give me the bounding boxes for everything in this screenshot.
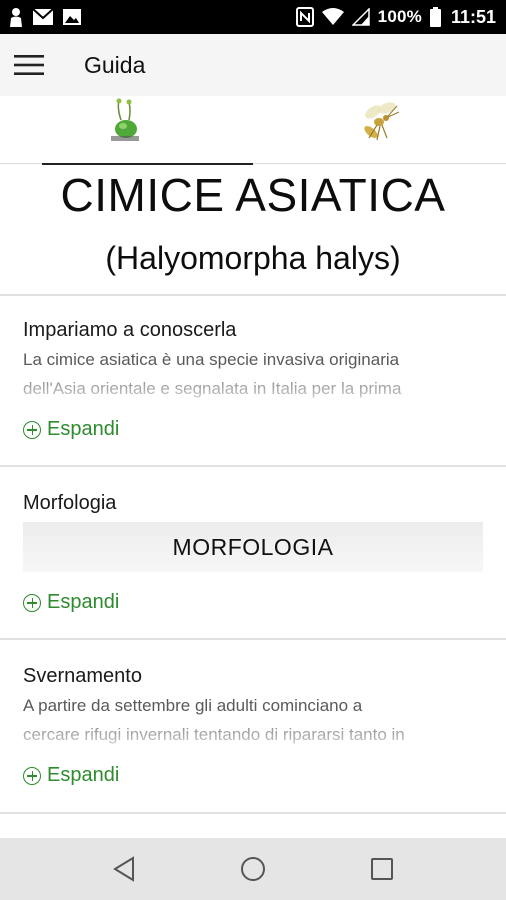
tab-wasp[interactable] bbox=[253, 96, 506, 164]
section-title-morfologia: Morfologia bbox=[23, 492, 117, 514]
battery-percent: 100% bbox=[377, 7, 422, 26]
status-bar: 100% 11:51 bbox=[0, 0, 506, 34]
plus-circle-icon bbox=[23, 420, 41, 439]
morfologia-banner[interactable]: MORFOLOGIA bbox=[23, 522, 483, 572]
image-icon bbox=[62, 8, 82, 26]
section-text-impariamo: La cimice asiatica è una specie invasiva… bbox=[23, 345, 483, 403]
expand-button-svernamento[interactable]: Espandi bbox=[23, 764, 119, 787]
status-bar-left bbox=[8, 7, 82, 27]
divider bbox=[0, 638, 506, 640]
mail-icon bbox=[32, 8, 54, 26]
clock: 11:51 bbox=[450, 6, 496, 27]
expand-button-impariamo[interactable]: Espandi bbox=[23, 418, 119, 441]
plus-circle-icon bbox=[23, 593, 41, 612]
section-text-line: La cimice asiatica è una specie invasiva… bbox=[23, 350, 400, 369]
plus-circle-icon bbox=[23, 766, 41, 785]
section-text-line: A partire da settembre gli adulti cominc… bbox=[23, 696, 363, 715]
battery-icon bbox=[429, 7, 441, 27]
home-icon[interactable] bbox=[223, 844, 283, 894]
signal-icon bbox=[351, 8, 370, 26]
divider bbox=[0, 812, 506, 814]
recents-icon[interactable] bbox=[352, 844, 412, 894]
species-tabs bbox=[0, 96, 506, 165]
section-text-line: dell'Asia orientale e segnalata in Itali… bbox=[23, 374, 483, 403]
section-title-svernamento: Svernamento bbox=[23, 665, 142, 687]
page-title: CIMICE ASIATICA bbox=[60, 169, 446, 221]
system-nav-bar bbox=[0, 838, 506, 900]
morfologia-banner-label: MORFOLOGIA bbox=[172, 533, 334, 560]
person-icon bbox=[8, 7, 24, 27]
species-scientific-name: (Halyomorpha halys) bbox=[105, 240, 401, 276]
wifi-icon bbox=[321, 8, 344, 26]
expand-label: Espandi bbox=[47, 764, 120, 786]
wasp-icon bbox=[357, 98, 403, 149]
back-icon[interactable] bbox=[94, 844, 154, 894]
section-text-line: cercare rifugi invernali tentando di rip… bbox=[23, 720, 483, 749]
tab-stink-bug[interactable] bbox=[0, 96, 253, 165]
app-bar: Guida bbox=[0, 34, 506, 96]
hamburger-menu-icon[interactable] bbox=[0, 34, 58, 96]
divider bbox=[0, 294, 506, 296]
expand-button-morfologia[interactable]: Espandi bbox=[23, 591, 119, 614]
app-title: Guida bbox=[84, 51, 146, 78]
expand-label: Espandi bbox=[47, 591, 120, 613]
stink-bug-icon bbox=[107, 98, 147, 149]
section-text-svernamento: A partire da settembre gli adulti cominc… bbox=[23, 691, 483, 749]
section-title-impariamo: Impariamo a conoscerla bbox=[23, 319, 237, 341]
expand-label: Espandi bbox=[47, 418, 120, 440]
status-bar-right: 100% 11:51 bbox=[295, 6, 496, 28]
nfc-icon bbox=[295, 7, 314, 27]
divider bbox=[0, 465, 506, 467]
